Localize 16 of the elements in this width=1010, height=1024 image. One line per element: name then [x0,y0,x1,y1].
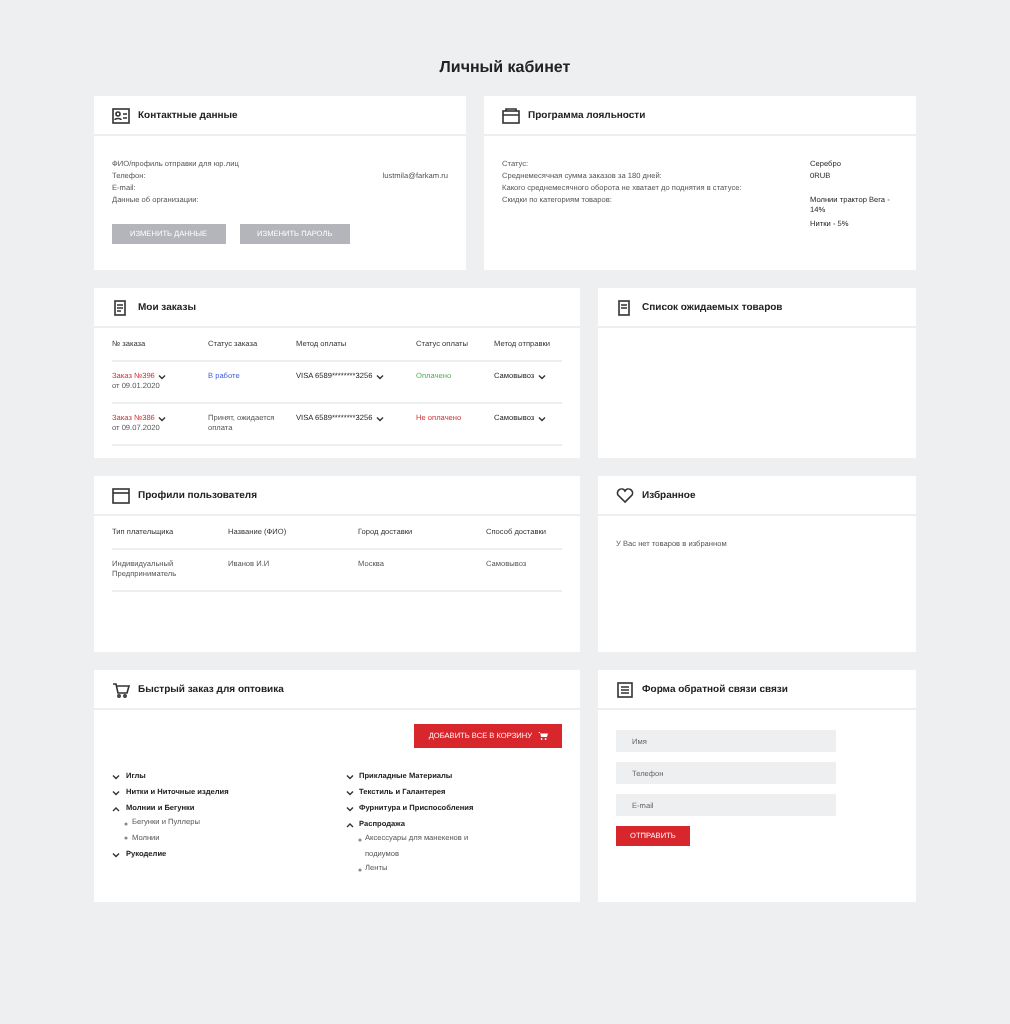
form-icon [616,681,634,697]
chevron-down-icon [158,416,167,422]
list-icon [616,299,634,315]
chevron-down-icon [538,416,547,422]
heart-icon [616,487,634,503]
chevron-down-icon [376,416,385,422]
page-title: Личный кабинет [437,58,573,78]
cart-icon [538,732,548,740]
document-icon [112,299,130,315]
chevron-down-icon [538,374,547,380]
cart-icon [112,681,130,697]
chevron-down-icon [376,374,385,380]
window-icon [112,487,130,503]
chevron-down-icon [158,374,167,380]
card-icon [502,107,520,123]
contact-card-icon [112,107,130,123]
